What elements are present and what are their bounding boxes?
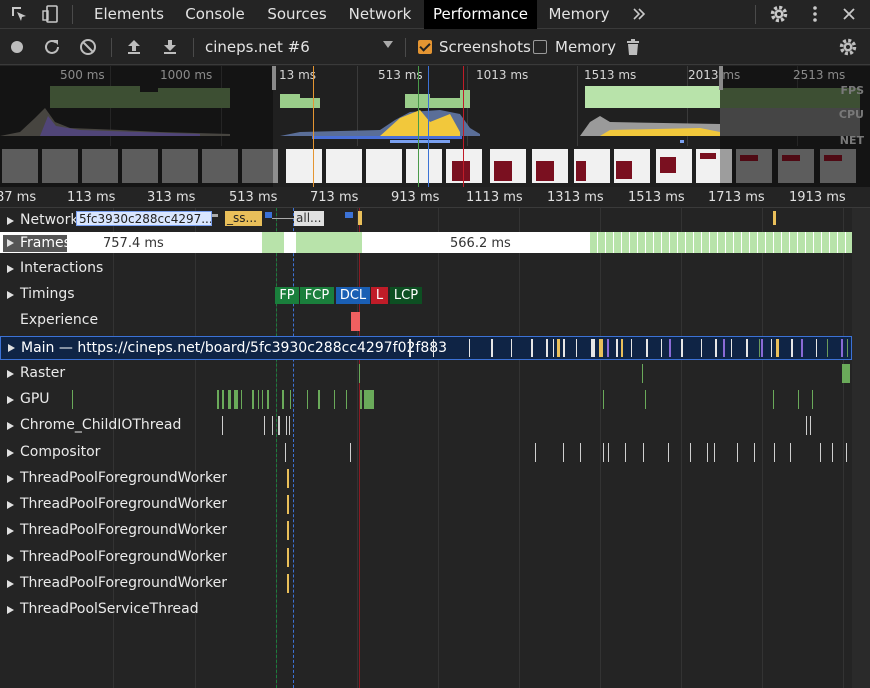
service-thread-track[interactable]: ThreadPoolServiceThread [0, 597, 852, 623]
timing-dcl[interactable]: DCL [336, 287, 370, 304]
ruler-tick: 913 ms [391, 190, 440, 205]
timing-fp[interactable]: FP [275, 287, 299, 304]
track-label: Network [20, 212, 79, 228]
track-label: Timings [20, 286, 75, 302]
track-label: Frames [20, 235, 71, 251]
performance-toolbar: cineps.net #6 Screenshots Memory [0, 29, 870, 65]
inspect-icon[interactable] [8, 4, 30, 24]
overview-left-handle[interactable] [272, 66, 276, 90]
frame-duration: 566.2 ms [450, 236, 511, 251]
reload-record-icon[interactable] [42, 37, 62, 57]
track-label: ThreadPoolServiceThread [20, 601, 199, 617]
network-request[interactable]: all... [294, 211, 324, 226]
worker-track[interactable]: ThreadPoolForegroundWorker [0, 571, 852, 597]
network-request[interactable]: 5fc3930c288cc4297... [76, 211, 212, 226]
expand-triangle-icon[interactable] [7, 475, 14, 483]
timing-lcp[interactable]: LCP [390, 287, 422, 304]
tab-console[interactable]: Console [176, 0, 254, 29]
expand-triangle-icon[interactable] [7, 580, 14, 588]
network-request[interactable]: _ss... [225, 211, 262, 226]
track-label: ThreadPoolForegroundWorker [20, 522, 227, 538]
timing-fcp[interactable]: FCP [300, 287, 334, 304]
more-tabs-icon[interactable] [628, 4, 650, 24]
expand-triangle-icon[interactable] [7, 554, 14, 562]
io-thread-track[interactable]: Chrome_ChildIOThread [0, 413, 852, 439]
expand-triangle-icon[interactable] [7, 239, 14, 247]
screenshots-checkbox[interactable] [418, 40, 432, 54]
ruler-tick: 87 ms [0, 190, 37, 205]
timeline-overview[interactable]: 500 ms 1000 ms 13 ms 513 ms 1013 ms 1513… [0, 66, 870, 187]
expand-triangle-icon[interactable] [7, 527, 14, 535]
ruler-tick: 513 ms [229, 190, 278, 205]
expand-triangle-icon[interactable] [7, 217, 14, 225]
expand-triangle-icon[interactable] [7, 370, 14, 378]
device-toolbar-icon[interactable] [40, 4, 62, 24]
network-track[interactable]: Network 5fc3930c288cc4297... _ss... all.… [0, 208, 852, 234]
tab-memory[interactable]: Memory [543, 0, 615, 29]
devtools-tabbar: Elements Console Sources Network Perform… [0, 0, 870, 29]
overview-right-handle[interactable] [719, 66, 723, 90]
kebab-menu-icon[interactable] [804, 4, 826, 24]
gpu-track[interactable]: GPU [0, 387, 852, 413]
time-ruler: 87 ms 113 ms 313 ms 513 ms 713 ms 913 ms… [0, 187, 870, 208]
track-label: ThreadPoolForegroundWorker [20, 496, 227, 512]
vertical-scrollbar[interactable] [852, 208, 870, 688]
screenshots-label[interactable]: Screenshots [439, 38, 531, 56]
track-label: ThreadPoolForegroundWorker [20, 470, 227, 486]
ruler-tick: 1513 ms [628, 190, 685, 205]
ruler-tick: 1713 ms [708, 190, 765, 205]
record-icon[interactable] [7, 37, 27, 57]
recording-select[interactable]: cineps.net #6 [205, 38, 310, 56]
upload-profile-icon[interactable] [124, 37, 144, 57]
flame-chart[interactable]: Network 5fc3930c288cc4297... _ss... all.… [0, 208, 870, 688]
track-label: ThreadPoolForegroundWorker [20, 549, 227, 565]
tab-sources[interactable]: Sources [260, 0, 334, 29]
frames-track[interactable]: Frames 757.4 ms 566.2 ms [0, 232, 852, 253]
close-icon[interactable] [838, 4, 860, 24]
ruler-tick: 313 ms [147, 190, 196, 205]
memory-checkbox[interactable] [533, 40, 547, 54]
worker-track[interactable]: ThreadPoolForegroundWorker [0, 545, 852, 571]
settings-icon[interactable] [768, 4, 790, 24]
chevron-down-icon[interactable] [383, 41, 393, 48]
worker-track[interactable]: ThreadPoolForegroundWorker [0, 466, 852, 492]
clear-icon[interactable] [78, 37, 98, 57]
ruler-tick: 113 ms [67, 190, 116, 205]
ruler-tick: 1913 ms [789, 190, 846, 205]
interactions-track[interactable]: Interactions [0, 256, 852, 282]
download-profile-icon[interactable] [160, 37, 180, 57]
tab-elements[interactable]: Elements [84, 0, 174, 29]
compositor-track[interactable]: Compositor [0, 440, 852, 466]
expand-triangle-icon[interactable] [7, 501, 14, 509]
ruler-tick: 713 ms [310, 190, 359, 205]
worker-track[interactable]: ThreadPoolForegroundWorker [0, 492, 852, 518]
raster-track[interactable]: Raster [0, 361, 852, 387]
tab-performance[interactable]: Performance [424, 0, 537, 29]
track-label: ThreadPoolForegroundWorker [20, 575, 227, 591]
ruler-tick: 1313 ms [547, 190, 604, 205]
track-label: Experience [20, 312, 99, 328]
memory-label[interactable]: Memory [555, 38, 616, 56]
worker-track[interactable]: ThreadPoolForegroundWorker [0, 518, 852, 544]
expand-triangle-icon[interactable] [7, 291, 14, 299]
main-thread-track[interactable]: Main — https://cineps.net/board/5fc3930c… [0, 336, 852, 360]
experience-track[interactable]: Experience [0, 308, 852, 334]
ruler-tick: 1113 ms [466, 190, 523, 205]
frames-header[interactable]: Frames [3, 235, 71, 252]
capture-settings-icon[interactable] [838, 37, 858, 57]
tab-network[interactable]: Network [340, 0, 420, 29]
timings-track[interactable]: Timings FP FCP DCL L LCP [0, 282, 852, 308]
track-label: Interactions [20, 260, 104, 276]
trash-icon[interactable] [623, 37, 643, 57]
timing-load[interactable]: L [371, 287, 388, 304]
frame-duration: 757.4 ms [103, 236, 164, 251]
layout-shift[interactable] [351, 312, 360, 331]
expand-triangle-icon[interactable] [7, 606, 14, 614]
expand-triangle-icon[interactable] [7, 265, 14, 273]
track-label: Raster [20, 365, 66, 381]
